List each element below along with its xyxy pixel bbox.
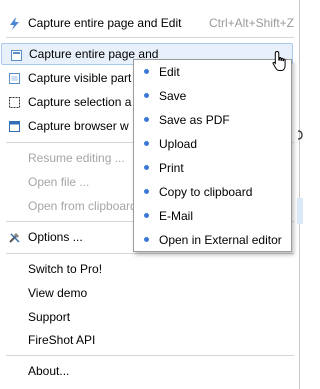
submenu-item-save-as-pdf[interactable]: Save as PDF: [134, 108, 291, 132]
bullet-icon: [144, 237, 149, 242]
menu-item-label: Options ...: [28, 230, 83, 244]
shortcut-label: Ctrl+Alt+Shift+Z: [208, 16, 294, 30]
separator: [6, 37, 294, 38]
menu-item-label: Capture browser w: [28, 119, 129, 133]
selection-icon: [9, 97, 20, 108]
submenu-item-label: Print: [159, 161, 184, 175]
bullet-icon: [144, 189, 149, 194]
menu-item-label: View demo: [28, 286, 88, 300]
menu-item-fireshot-api[interactable]: FireShot API: [0, 329, 300, 351]
lightning-icon: [10, 17, 19, 30]
menu-item-view-demo[interactable]: View demo: [0, 282, 300, 304]
bullet-icon: [144, 213, 149, 218]
submenu-item-edit[interactable]: Edit: [134, 60, 291, 84]
background-page-edge: [296, 129, 303, 141]
tools-icon: [9, 233, 20, 243]
capture-submenu: Edit Save Save as PDF Upload Print Copy …: [133, 59, 292, 252]
bullet-icon: [144, 93, 149, 98]
submenu-item-upload[interactable]: Upload: [134, 132, 291, 156]
submenu-item-label: Save: [159, 89, 187, 103]
menu-item-label: Open file ...: [28, 175, 90, 189]
bullet-icon: [144, 165, 149, 170]
menu-item-label: Capture entire page and Edit: [28, 16, 182, 30]
menu-item-label: FireShot API: [28, 333, 96, 347]
submenu-item-print[interactable]: Print: [134, 156, 291, 180]
menu-item-capture-entire-edit[interactable]: Capture entire page and Edit Ctrl+Alt+Sh…: [0, 12, 300, 34]
page-icon: [11, 50, 22, 61]
menu-item-support[interactable]: Support: [0, 306, 300, 328]
submenu-item-open-in-external-editor[interactable]: Open in External editor: [134, 228, 291, 252]
visible-area-icon: [9, 73, 20, 84]
submenu-item-label: E-Mail: [159, 209, 194, 223]
menu-item-label: Switch to Pro!: [28, 262, 103, 276]
submenu-item-label: Edit: [159, 65, 180, 79]
submenu-item-email[interactable]: E-Mail: [134, 204, 291, 228]
menu-item-switch-to-pro[interactable]: Switch to Pro!: [0, 258, 300, 280]
hand-pointer-icon: [272, 50, 286, 71]
separator: [6, 253, 294, 254]
menu-item-label: About...: [28, 364, 70, 378]
bullet-icon: [144, 117, 149, 122]
bullet-icon: [144, 69, 149, 74]
menu-item-label: Support: [28, 310, 71, 324]
background-page-edge: [297, 198, 303, 224]
menu-item-label: Resume editing ...: [28, 151, 125, 165]
menu-item-about[interactable]: About...: [0, 360, 300, 382]
submenu-item-save[interactable]: Save: [134, 84, 291, 108]
menu-item-label: Open from clipboard: [28, 199, 137, 213]
submenu-item-label: Copy to clipboard: [159, 185, 253, 199]
menu-item-label: Capture selection a: [28, 95, 132, 109]
browser-window-icon: [9, 121, 20, 132]
submenu-item-copy-to-clipboard[interactable]: Copy to clipboard: [134, 180, 291, 204]
submenu-item-label: Save as PDF: [159, 113, 230, 127]
bullet-icon: [144, 141, 149, 146]
separator: [6, 355, 294, 356]
submenu-item-label: Upload: [159, 137, 198, 151]
menu-item-label: Capture visible part: [28, 71, 132, 85]
submenu-item-label: Open in External editor: [159, 233, 282, 247]
